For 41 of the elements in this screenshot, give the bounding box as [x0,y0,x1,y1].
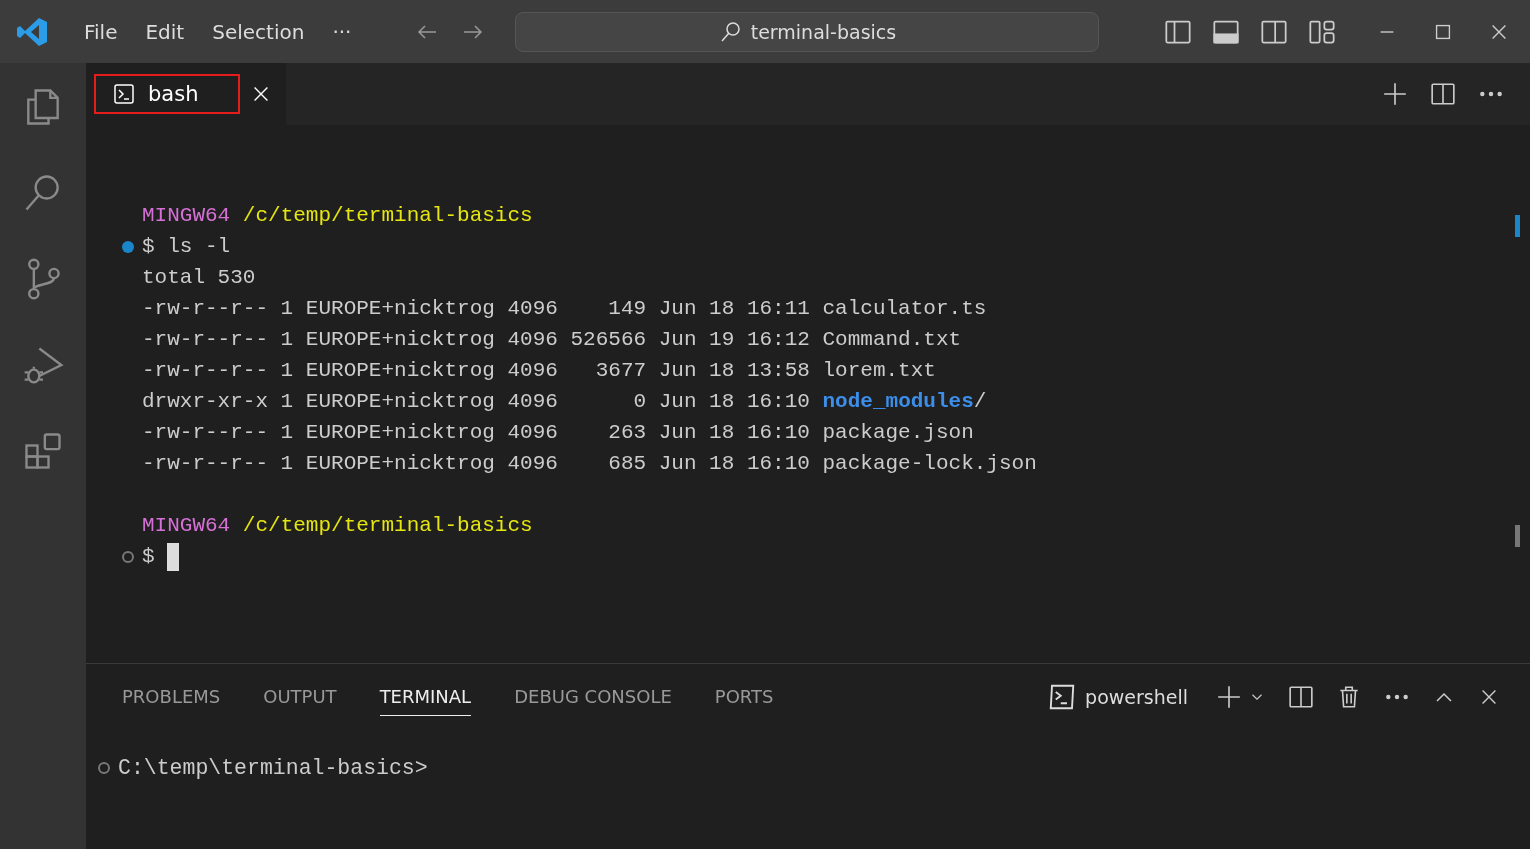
panel-tab[interactable]: PORTS [714,677,774,716]
output-text: / [973,390,987,413]
command-status-circle[interactable] [122,550,134,563]
command-status-circle[interactable] [98,761,110,774]
menu-item[interactable]: ··· [318,19,366,44]
split-icon[interactable] [1288,683,1314,710]
tab-label[interactable]: bash [94,74,241,114]
prompt-path: /c/temp/terminal-basics [242,204,533,227]
output-text: -rw-r--r-- 1 EUROPE+nicktrog 4096 149 Jun 18 16:11 calculator.ts [142,297,987,320]
command-status-dot[interactable] [122,240,134,253]
app-logo-icon[interactable] [16,16,48,47]
terminal-selector[interactable]: powershell [1041,680,1194,713]
menu-item[interactable]: File [70,19,132,44]
menu-item[interactable]: Edit [131,19,199,44]
editor-tab[interactable]: bash [86,63,287,125]
terminal-icon[interactable] [112,82,136,106]
add-icon[interactable] [1216,683,1242,710]
output-text: drwxr-xr-x 1 EUROPE+nicktrog 4096 0 Jun 18 16:10 [142,390,811,413]
command-center-search[interactable]: terminal-basics [515,11,1100,52]
menu-item[interactable]: Selection [198,19,319,44]
scroll-marker [1515,525,1520,547]
split-icon[interactable] [1430,81,1456,107]
output-text: -rw-r--r-- 1 EUROPE+nicktrog 4096 263 Jun 18 16:10 package.json [142,421,974,444]
panel-tab[interactable]: TERMINAL [379,677,472,716]
output-text: -rw-r--r-- 1 EUROPE+nicktrog 4096 3677 Jun 18 13:58 lorem.txt [142,359,936,382]
output-text: -rw-r--r-- 1 EUROPE+nicktrog 4096 526566 Jun 19 16:12 Command.txt [142,328,962,351]
scroll-marker [1515,215,1520,237]
prompt-path: /c/temp/terminal-basics [242,514,533,537]
command-text: C:\temp\terminal-basics> [118,755,428,780]
prompt-host: MINGW64 [142,204,231,227]
prompt-host: MINGW64 [142,514,231,537]
directory-name: node_modules [822,390,974,413]
panel-tab[interactable]: DEBUG CONSOLE [514,677,672,716]
panel-tab[interactable]: PROBLEMS [122,677,221,716]
add-icon[interactable] [1382,81,1408,107]
panel-tab[interactable]: OUTPUT [263,677,337,716]
command-text: $ ls -l [142,235,231,258]
output-text: total 530 [142,266,256,289]
search-icon[interactable] [718,19,743,44]
command-text: $ [142,545,156,568]
output-text: -rw-r--r-- 1 EUROPE+nicktrog 4096 685 Jun 18 16:10 package-lock.json [142,452,1037,475]
